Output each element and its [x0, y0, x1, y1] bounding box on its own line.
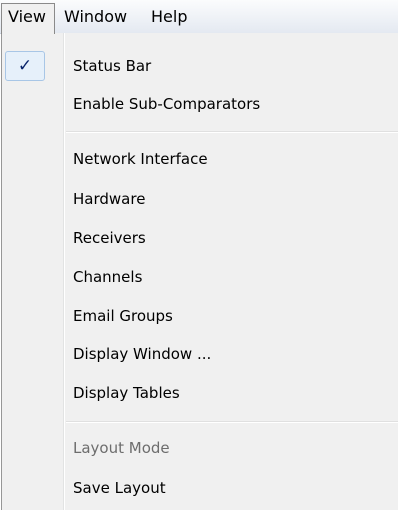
- menu-window[interactable]: Window: [58, 5, 133, 29]
- menu-item-label: Display Tables: [73, 384, 180, 402]
- menu-item-label: Network Interface: [73, 150, 208, 168]
- menu-separator: [66, 131, 398, 132]
- menu-help[interactable]: Help: [145, 5, 193, 29]
- menu-item-label: Display Window ...: [73, 345, 212, 363]
- menu-item-label: Receivers: [73, 229, 146, 247]
- menu-bar: View Window Help: [0, 0, 398, 34]
- menu-item-label: Layout Mode: [73, 439, 170, 457]
- menu-item-hardware[interactable]: Hardware: [5, 180, 398, 218]
- menu-item-save-layout[interactable]: Save Layout: [5, 469, 398, 507]
- menu-item-label: Email Groups: [73, 307, 173, 325]
- menu-view[interactable]: View: [1, 3, 55, 34]
- menu-item-status-bar[interactable]: ✓ Status Bar: [5, 47, 398, 85]
- menu-item-label: Status Bar: [73, 57, 152, 75]
- menu-item-network-interface[interactable]: Network Interface: [5, 140, 398, 178]
- menu-item-display-tables[interactable]: Display Tables: [5, 374, 398, 412]
- menu-item-label: Save Layout: [73, 479, 166, 497]
- menu-item-email-groups[interactable]: Email Groups: [5, 297, 398, 335]
- menu-item-receivers[interactable]: Receivers: [5, 219, 398, 257]
- menu-item-label: Enable Sub-Comparators: [73, 95, 261, 113]
- menu-item-label: Hardware: [73, 190, 146, 208]
- menu-item-label: Channels: [73, 268, 143, 286]
- view-menu-dropdown: ✓ Status Bar Enable Sub-Comparators Netw…: [1, 33, 398, 510]
- menu-item-enable-sub-comparators[interactable]: Enable Sub-Comparators: [5, 85, 398, 123]
- checkmark-icon: ✓: [5, 51, 45, 81]
- menu-separator: [66, 421, 398, 422]
- menu-item-display-window[interactable]: Display Window ...: [5, 335, 398, 373]
- menu-item-channels[interactable]: Channels: [5, 258, 398, 296]
- menu-item-layout-mode: Layout Mode: [5, 429, 398, 467]
